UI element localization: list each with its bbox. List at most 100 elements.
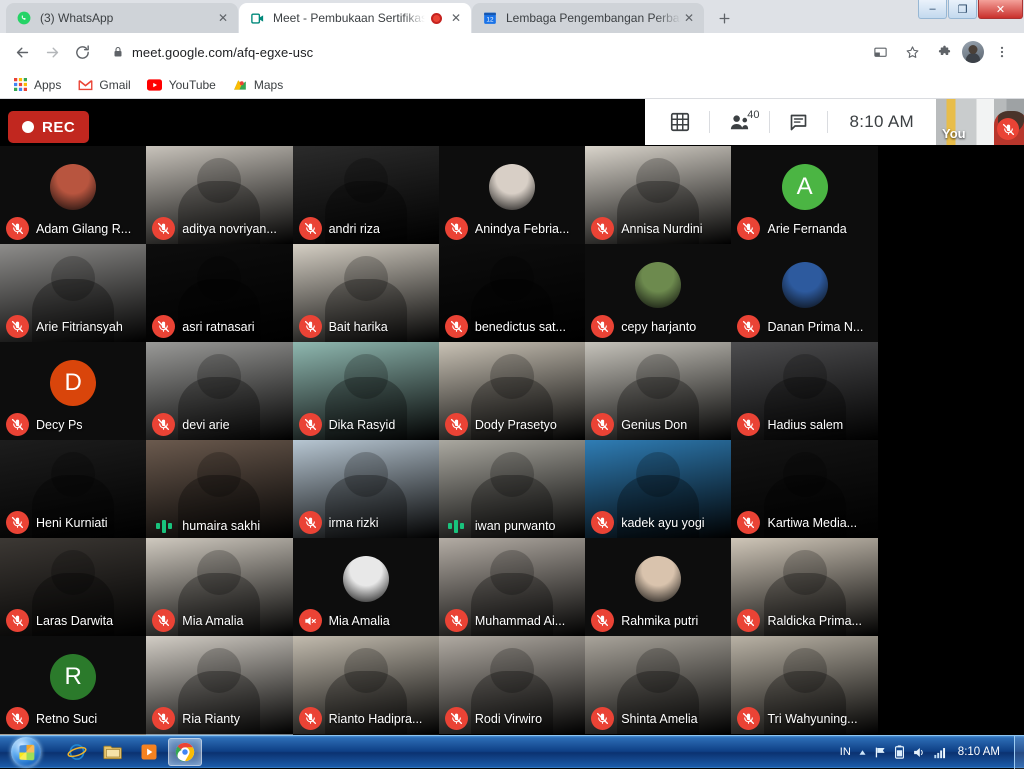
- participant-tile[interactable]: Shinta Amelia: [585, 636, 731, 734]
- participant-tile[interactable]: AArie Fernanda: [731, 146, 877, 244]
- browser-tab-whatsapp[interactable]: (3) WhatsApp ✕: [6, 3, 238, 33]
- participant-name-row: Laras Darwita: [0, 609, 146, 632]
- participant-tile[interactable]: Genius Don: [585, 342, 731, 440]
- windows-explorer-icon[interactable]: [96, 738, 130, 766]
- battery-icon[interactable]: [894, 745, 905, 759]
- internet-explorer-icon[interactable]: [60, 738, 94, 766]
- participant-tile[interactable]: Hadius salem: [731, 342, 877, 440]
- window-minimize-button[interactable]: –: [918, 0, 947, 19]
- grid-layout-icon[interactable]: [651, 99, 709, 145]
- participant-name: benedictus sat...: [475, 320, 585, 334]
- participant-tile[interactable]: Bait harika: [293, 244, 439, 342]
- mic-off-icon: [591, 315, 614, 338]
- tab-close-button[interactable]: ✕: [448, 10, 464, 26]
- participant-tile[interactable]: benedictus sat...: [439, 244, 585, 342]
- participant-name: Heni Kurniati: [36, 516, 146, 530]
- back-button[interactable]: [8, 38, 36, 66]
- chat-button[interactable]: [770, 99, 827, 145]
- participant-tile[interactable]: Dody Prasetyo: [439, 342, 585, 440]
- profile-avatar-icon[interactable]: [962, 41, 984, 63]
- participant-tile[interactable]: Laras Darwita: [0, 538, 146, 636]
- mic-off-icon: [6, 609, 29, 632]
- forward-button[interactable]: [38, 38, 66, 66]
- participant-tile[interactable]: Kartiwa Media...: [731, 440, 877, 538]
- participant-name: Ria Rianty: [182, 712, 292, 726]
- participant-tile[interactable]: Mia Amalia: [293, 538, 439, 636]
- participant-tile[interactable]: aditya novriyan...: [146, 146, 292, 244]
- mic-off-icon: [445, 217, 468, 240]
- participant-tile[interactable]: DDecy Ps: [0, 342, 146, 440]
- browser-tab-meet[interactable]: Meet - Pembukaan Sertifikas ✕: [239, 3, 471, 33]
- self-view-thumbnail[interactable]: You: [936, 99, 1024, 145]
- participant-tile[interactable]: devi arie: [146, 342, 292, 440]
- bookmark-apps[interactable]: Apps: [12, 77, 61, 93]
- new-tab-button[interactable]: [710, 4, 738, 32]
- bookmark-maps[interactable]: Maps: [232, 77, 283, 93]
- participant-tile[interactable]: Muhammad Ai...: [439, 538, 585, 636]
- google-chrome-icon[interactable]: [168, 738, 202, 766]
- participant-name-row: Dody Prasetyo: [439, 413, 585, 436]
- participant-tile[interactable]: Tri Wahyuning...: [731, 636, 877, 734]
- participant-name: Anindya Febria...: [475, 222, 585, 236]
- tray-language[interactable]: IN: [840, 746, 851, 758]
- participant-tile[interactable]: Rahmika putri: [585, 538, 731, 636]
- participant-tile[interactable]: Rodi Virwiro: [439, 636, 585, 734]
- action-center-flag-icon[interactable]: [874, 746, 887, 759]
- participant-name: Danan Prima N...: [767, 320, 877, 334]
- participant-name: Arie Fernanda: [767, 222, 877, 236]
- participant-tile[interactable]: Rianto Hadipra...: [293, 636, 439, 734]
- participant-name: Rodi Virwiro: [475, 712, 585, 726]
- participant-tile[interactable]: Arie Fitriansyah: [0, 244, 146, 342]
- participant-tile[interactable]: andri riza: [293, 146, 439, 244]
- address-bar[interactable]: meet.google.com/afq-egxe-usc: [104, 39, 858, 65]
- bookmark-gmail[interactable]: Gmail: [77, 77, 130, 93]
- cast-icon[interactable]: [866, 38, 894, 66]
- google-maps-icon: [232, 77, 248, 93]
- bookmark-label: Gmail: [99, 78, 130, 92]
- avatar: [50, 164, 96, 210]
- participant-tile[interactable]: humaira sakhi: [146, 440, 292, 538]
- tab-close-button[interactable]: ✕: [215, 10, 231, 26]
- avatar: R: [50, 654, 96, 700]
- participant-tile[interactable]: Raldicka Prima...: [731, 538, 877, 636]
- volume-icon[interactable]: [912, 746, 926, 759]
- show-desktop-button[interactable]: [1014, 736, 1024, 769]
- participant-tile[interactable]: kadek ayu yogi: [585, 440, 731, 538]
- participant-tile[interactable]: irma rizki: [293, 440, 439, 538]
- participant-tile[interactable]: Anindya Febria...: [439, 146, 585, 244]
- participant-tile[interactable]: Danan Prima N...: [731, 244, 877, 342]
- puzzle-piece-icon[interactable]: [930, 38, 958, 66]
- star-icon[interactable]: [898, 38, 926, 66]
- mic-off-icon: [445, 315, 468, 338]
- participant-name-row: Kartiwa Media...: [731, 511, 877, 534]
- start-button[interactable]: [2, 737, 50, 768]
- participant-tile[interactable]: Annisa Nurdini: [585, 146, 731, 244]
- bookmark-youtube[interactable]: YouTube: [147, 77, 216, 93]
- three-dot-menu-icon[interactable]: [988, 38, 1016, 66]
- participant-tile[interactable]: iwan purwanto: [439, 440, 585, 538]
- participants-button[interactable]: 40: [710, 99, 769, 145]
- participant-tile[interactable]: Adam Gilang R...: [0, 146, 146, 244]
- participant-tile[interactable]: Heni Kurniati: [0, 440, 146, 538]
- participant-tile[interactable]: Mia Amalia: [146, 538, 292, 636]
- chevron-up-icon[interactable]: [858, 748, 867, 757]
- window-controls: – ❐ ✕: [918, 0, 1024, 19]
- reload-button[interactable]: [68, 38, 96, 66]
- network-signal-icon[interactable]: [933, 746, 947, 759]
- participant-name: Decy Ps: [36, 418, 146, 432]
- participant-tile[interactable]: cepy harjanto: [585, 244, 731, 342]
- window-maximize-button[interactable]: ❐: [948, 0, 977, 19]
- participant-name-row: Hadius salem: [731, 413, 877, 436]
- participant-tile[interactable]: RRetno Suci: [0, 636, 146, 734]
- browser-tab-lembaga[interactable]: 12 Lembaga Pengembangan Perban ✕: [472, 3, 704, 33]
- participant-name-row: Arie Fernanda: [731, 217, 877, 240]
- participant-name-row: Annisa Nurdini: [585, 217, 731, 240]
- participant-name: Raldicka Prima...: [767, 614, 877, 628]
- participant-tile[interactable]: Ria Rianty: [146, 636, 292, 734]
- window-close-button[interactable]: ✕: [978, 0, 1023, 19]
- browser-toolbar: meet.google.com/afq-egxe-usc: [0, 33, 1024, 71]
- participant-tile[interactable]: asri ratnasari: [146, 244, 292, 342]
- tab-close-button[interactable]: ✕: [681, 10, 697, 26]
- participant-tile[interactable]: Dika Rasyid: [293, 342, 439, 440]
- media-player-icon[interactable]: [132, 738, 166, 766]
